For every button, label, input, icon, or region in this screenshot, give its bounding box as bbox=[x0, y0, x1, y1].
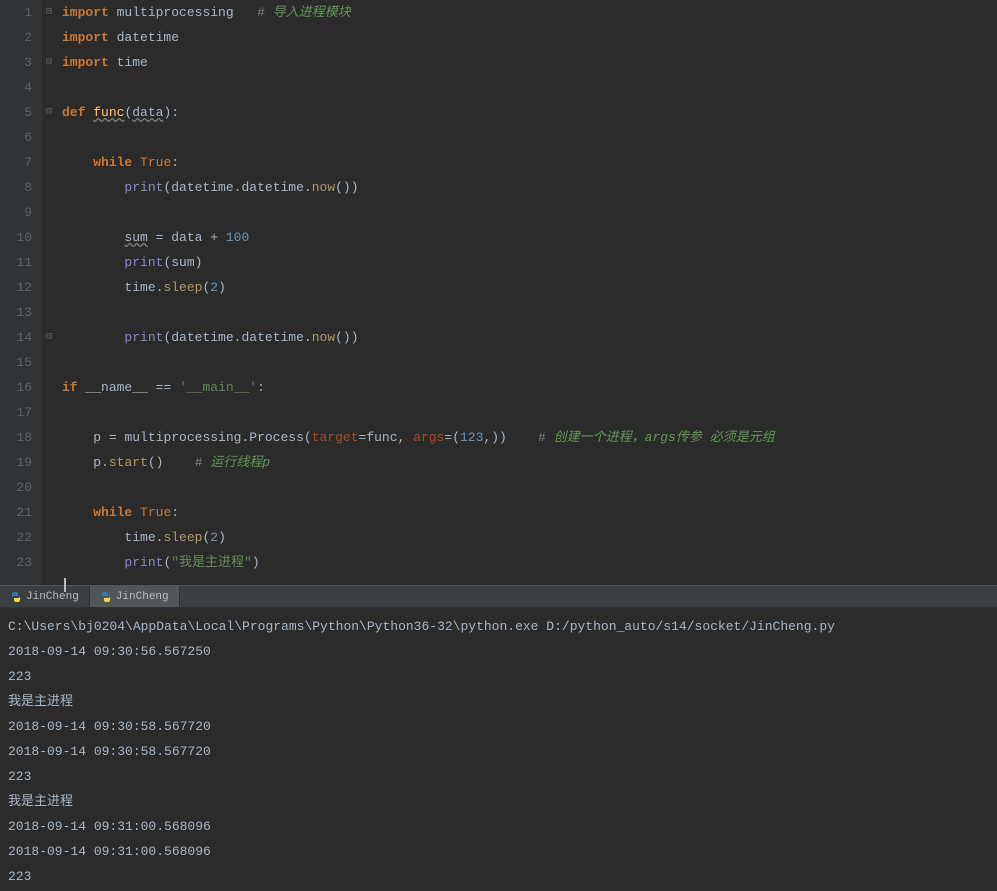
code-line bbox=[62, 200, 997, 225]
code-line: while True: bbox=[62, 150, 997, 175]
python-icon bbox=[10, 591, 22, 603]
line-number: 5 bbox=[0, 100, 32, 125]
line-number: 20 bbox=[0, 475, 32, 500]
line-number: 11 bbox=[0, 250, 32, 275]
line-number: 9 bbox=[0, 200, 32, 225]
fold-icon[interactable]: ⊟ bbox=[42, 325, 56, 350]
code-line bbox=[62, 475, 997, 500]
code-line: time.sleep(2) bbox=[62, 275, 997, 300]
console-line: C:\Users\bj0204\AppData\Local\Programs\P… bbox=[8, 614, 989, 639]
fold-icon[interactable]: ⊟ bbox=[42, 100, 56, 125]
line-number: 18 bbox=[0, 425, 32, 450]
fold-icon[interactable]: ⊟ bbox=[42, 0, 56, 25]
line-number: 13 bbox=[0, 300, 32, 325]
tab-label: JinCheng bbox=[26, 591, 79, 603]
line-number: 4 bbox=[0, 75, 32, 100]
console-output[interactable]: C:\Users\bj0204\AppData\Local\Programs\P… bbox=[0, 608, 997, 891]
code-line: print(datetime.datetime.now()) bbox=[62, 325, 997, 350]
console-line: 2018-09-14 09:30:58.567720 bbox=[8, 739, 989, 764]
code-line: if __name__ == '__main__': bbox=[62, 375, 997, 400]
tab-jincheng-1[interactable]: JinCheng bbox=[0, 586, 90, 607]
console-line: 2018-09-14 09:31:00.568096 bbox=[8, 839, 989, 864]
console-tabs: JinCheng JinCheng bbox=[0, 585, 997, 608]
fold-icon[interactable]: ⊟ bbox=[42, 50, 56, 75]
code-line: time.sleep(2) bbox=[62, 525, 997, 550]
console-line: 我是主进程 bbox=[8, 689, 989, 714]
line-number-gutter: 1 2 3 4 5 6 7 8 9 10 11 12 13 14 15 16 1… bbox=[0, 0, 42, 585]
fold-column: ⊟ ⊟ ⊟ ⊟ bbox=[42, 0, 56, 585]
line-number: 15 bbox=[0, 350, 32, 375]
console-line: 2018-09-14 09:31:00.568096 bbox=[8, 814, 989, 839]
code-line: p = multiprocessing.Process(target=func,… bbox=[62, 425, 997, 450]
code-area[interactable]: import multiprocessing # 导入进程模块 import d… bbox=[56, 0, 997, 585]
console-line: 2018-09-14 09:30:58.567720 bbox=[8, 714, 989, 739]
line-number: 21 bbox=[0, 500, 32, 525]
code-line: print("我是主进程") bbox=[62, 550, 997, 575]
code-line bbox=[62, 400, 997, 425]
line-number: 8 bbox=[0, 175, 32, 200]
code-line bbox=[62, 75, 997, 100]
line-number: 7 bbox=[0, 150, 32, 175]
code-editor[interactable]: 1 2 3 4 5 6 7 8 9 10 11 12 13 14 15 16 1… bbox=[0, 0, 997, 585]
code-line: import datetime bbox=[62, 25, 997, 50]
line-number: 3 bbox=[0, 50, 32, 75]
console-line: 223 bbox=[8, 664, 989, 689]
line-number: 1 bbox=[0, 0, 32, 25]
line-number: 19 bbox=[0, 450, 32, 475]
python-icon bbox=[100, 591, 112, 603]
code-line bbox=[62, 300, 997, 325]
line-number: 10 bbox=[0, 225, 32, 250]
console-line: 2018-09-14 09:30:56.567250 bbox=[8, 639, 989, 664]
line-number: 14 bbox=[0, 325, 32, 350]
code-line: print(datetime.datetime.now()) bbox=[62, 175, 997, 200]
console-line: 我是主进程 bbox=[8, 789, 989, 814]
line-number: 2 bbox=[0, 25, 32, 50]
line-number: 16 bbox=[0, 375, 32, 400]
code-line bbox=[62, 350, 997, 375]
code-line: while True: bbox=[62, 500, 997, 525]
line-number: 17 bbox=[0, 400, 32, 425]
code-line: def func(data): bbox=[62, 100, 997, 125]
line-number: 23 bbox=[0, 550, 32, 575]
code-line: print(sum) bbox=[62, 250, 997, 275]
tab-jincheng-2[interactable]: JinCheng bbox=[90, 586, 180, 607]
code-line: import multiprocessing # 导入进程模块 bbox=[62, 0, 997, 25]
code-line: sum = data + 100 bbox=[62, 225, 997, 250]
code-line bbox=[62, 125, 997, 150]
line-number: 22 bbox=[0, 525, 32, 550]
text-caret bbox=[64, 578, 66, 592]
console-line: 223 bbox=[8, 764, 989, 789]
code-line: p.start() # 运行线程p bbox=[62, 450, 997, 475]
line-number: 6 bbox=[0, 125, 32, 150]
line-number: 12 bbox=[0, 275, 32, 300]
code-line: import time bbox=[62, 50, 997, 75]
console-line: 223 bbox=[8, 864, 989, 889]
tab-label: JinCheng bbox=[116, 591, 169, 603]
